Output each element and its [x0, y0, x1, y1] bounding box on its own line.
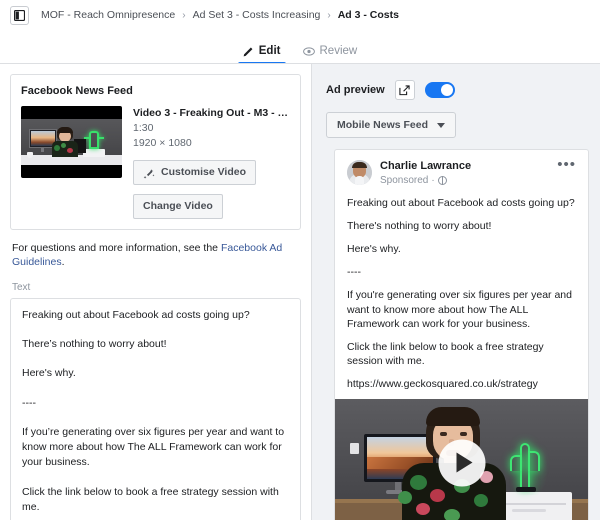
more-options-icon[interactable]: •••	[551, 157, 576, 172]
video-duration: 1:30	[133, 122, 154, 134]
toggle-knob	[440, 84, 453, 96]
primary-text-input[interactable]: Freaking out about Facebook ad costs goi…	[10, 298, 301, 520]
post-header: Charlie Lawrance Sponsored · •••	[335, 157, 588, 187]
ad-preview-header: Ad preview	[312, 72, 600, 100]
pencil-icon	[243, 47, 253, 57]
post-paragraph: ----	[347, 266, 361, 279]
open-preview-popout-button[interactable]	[394, 80, 415, 100]
external-link-icon	[399, 84, 410, 95]
news-feed-media-card: Facebook News Feed Video 3 - Freaking Ou…	[10, 74, 301, 230]
post-paragraph: Freaking out about Facebook ad costs goi…	[347, 196, 575, 209]
text-paragraph: Freaking out about Facebook ad costs goi…	[22, 309, 250, 321]
ad-preview-title: Ad preview	[326, 84, 385, 96]
helper-prefix: For questions and more information, see …	[12, 241, 221, 254]
video-thumbnail[interactable]	[21, 106, 122, 178]
post-paragraph: If you're generating over six figures pe…	[347, 289, 572, 330]
post-body: Freaking out about Facebook ad costs goi…	[335, 187, 588, 400]
text-paragraph: ----	[22, 396, 36, 409]
customise-video-button[interactable]: Customise Video	[133, 160, 256, 186]
ad-preview-panel: Ad preview Mobile News Feed Charlie Lawr…	[311, 64, 600, 520]
post-video[interactable]	[335, 399, 588, 520]
ad-guidelines-helper-text: For questions and more information, see …	[12, 241, 301, 270]
helper-suffix: .	[61, 256, 65, 269]
breadcrumb-separator: ›	[327, 9, 331, 21]
placement-select[interactable]: Mobile News Feed	[326, 112, 457, 138]
tab-review[interactable]: Review	[292, 44, 369, 65]
breadcrumb: MOF - Reach Omnipresence › Ad Set 3 - Co…	[41, 9, 399, 21]
breadcrumb-separator: ›	[182, 9, 186, 21]
placement-select-value: Mobile News Feed	[337, 119, 429, 131]
post-link[interactable]: https://www.geckosquared.co.uk/strategy	[347, 377, 576, 391]
change-video-button[interactable]: Change Video	[133, 194, 223, 219]
post-paragraph: Click the link below to book a free stra…	[347, 340, 544, 368]
page-name[interactable]: Charlie Lawrance	[380, 160, 551, 174]
play-button-icon[interactable]	[438, 439, 485, 487]
video-dimensions: 1920 × 1080	[133, 137, 192, 150]
side-panel-icon	[14, 9, 25, 21]
breadcrumb-item-adset[interactable]: Ad Set 3 - Costs Increasing	[193, 9, 321, 21]
change-video-label: Change Video	[143, 200, 213, 213]
sponsored-label: Sponsored	[380, 174, 429, 186]
editor-tabs: Edit Review	[0, 31, 600, 65]
ads-manager-ad-editor: MOF - Reach Omnipresence › Ad Set 3 - Co…	[0, 0, 600, 520]
tab-edit[interactable]: Edit	[232, 44, 292, 65]
sponsored-row: Sponsored ·	[380, 174, 551, 187]
card-title: Facebook News Feed	[21, 85, 133, 97]
tab-edit-label: Edit	[258, 44, 281, 57]
ad-preview-toggle[interactable]	[424, 82, 455, 98]
text-paragraph: Here's why.	[22, 367, 76, 380]
video-thumbnail-scene	[21, 119, 122, 165]
text-paragraph: If you’re generating over six figures pe…	[22, 425, 285, 469]
ad-creative-panel: Facebook News Feed Video 3 - Freaking Ou…	[0, 64, 311, 520]
editor-body: Facebook News Feed Video 3 - Freaking Ou…	[0, 64, 600, 520]
breadcrumb-bar: MOF - Reach Omnipresence › Ad Set 3 - Co…	[0, 0, 600, 31]
facebook-post-preview: Charlie Lawrance Sponsored · ••• Freakin…	[334, 149, 589, 520]
globe-icon	[437, 175, 447, 185]
breadcrumb-item-campaign[interactable]: MOF - Reach Omnipresence	[41, 9, 175, 21]
breadcrumb-item-ad: Ad 3 - Costs	[337, 9, 399, 21]
post-paragraph: Here's why.	[347, 243, 401, 256]
customise-video-label: Customise Video	[161, 166, 246, 179]
text-paragraph: There’s nothing to worry about!	[22, 338, 167, 351]
dot-separator: ·	[431, 174, 435, 186]
chevron-down-icon	[437, 122, 446, 128]
video-title: Video 3 - Freaking Out - M3 - Sire…	[133, 107, 290, 119]
magic-wand-icon	[143, 168, 155, 179]
text-field-label: Text	[12, 282, 31, 293]
text-paragraph: Click the link below to book a free stra…	[22, 485, 279, 513]
post-paragraph: There's nothing to worry about!	[347, 219, 492, 232]
eye-icon	[302, 47, 315, 56]
side-panel-toggle-button[interactable]	[10, 5, 29, 25]
play-triangle	[456, 452, 472, 473]
avatar[interactable]	[347, 160, 372, 185]
tab-review-label: Review	[319, 44, 358, 57]
